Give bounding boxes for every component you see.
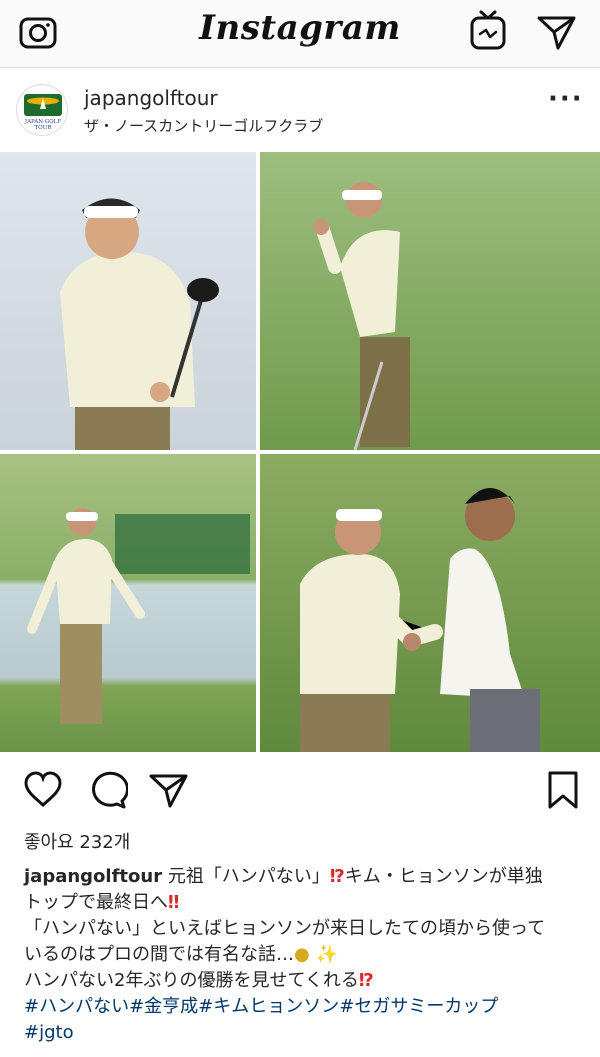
caption-line-3: 「ハンパない」といえばヒョンソンが来日したての頃から使って — [24, 918, 546, 939]
bookmark-icon[interactable] — [542, 770, 584, 810]
igtv-icon[interactable] — [468, 10, 508, 54]
caption-text-1a: 元祖「ハンパない」 — [167, 866, 330, 887]
comment-icon[interactable] — [86, 770, 128, 810]
photo-handshake — [260, 454, 600, 752]
post-photo[interactable] — [0, 152, 600, 752]
photo-golfer-swing — [0, 152, 256, 450]
post-location[interactable]: ザ・ノースカントリーゴルフクラブ — [84, 115, 323, 136]
caption-text-4: いるのはプロの間では有名な話… — [24, 944, 294, 965]
caption-line-4: いるのはプロの間では有名な話…● ✨ — [24, 942, 580, 968]
exclamation-question-icon: ⁉ — [358, 970, 374, 991]
likes-count[interactable]: 좋아요 232개 — [24, 828, 130, 854]
caption-hashtags-1[interactable]: #ハンパない#金亨成#キムヒョンソン#セガサミーカップ — [24, 994, 580, 1020]
caption-username[interactable]: japangolftour — [24, 866, 162, 887]
exclamation-question-icon: ⁉ — [329, 866, 345, 887]
svg-text:TOUR: TOUR — [35, 125, 53, 131]
photo-golfer-wave — [260, 152, 600, 450]
caption-text-2: トップで最終日へ — [24, 892, 168, 913]
caption-text-5: ハンパない2年ぶりの優勝を見せてくれる — [24, 970, 359, 991]
direct-message-icon[interactable] — [536, 12, 578, 52]
post-caption: japangolftour 元祖「ハンパない」⁉キム・ヒョンソンが単独 トップで… — [24, 864, 580, 1046]
post-username[interactable]: japangolftour — [84, 86, 218, 110]
more-options-icon[interactable]: ··· — [548, 86, 582, 114]
shushing-face-icon: ● — [294, 944, 310, 965]
post-header: JAPAN GOLF TOUR japangolftour ザ・ノースカントリー… — [0, 68, 600, 152]
heart-icon[interactable] — [22, 770, 64, 810]
double-exclamation-icon: ‼ — [168, 892, 180, 913]
caption-line-5: ハンパない2年ぶりの優勝を見せてくれる⁉ — [24, 968, 580, 994]
caption-text-1b: キム・ヒョンソンが単独 — [344, 866, 543, 887]
caption-line-1: japangolftour 元祖「ハンパない」⁉キム・ヒョンソンが単独 — [24, 864, 580, 890]
photo-golfer-walking — [0, 454, 256, 752]
post-actions — [0, 752, 600, 826]
caption-line-2: トップで最終日へ‼ — [24, 890, 580, 916]
app-logo: Instagram — [199, 8, 401, 48]
sparkles-icon: ✨ — [315, 944, 338, 965]
caption-hashtags-2[interactable]: #jgto — [24, 1020, 580, 1046]
share-icon[interactable] — [148, 770, 190, 810]
top-bar: Instagram — [0, 0, 600, 68]
avatar[interactable]: JAPAN GOLF TOUR — [16, 84, 68, 136]
japan-golf-tour-logo-icon: JAPAN GOLF TOUR — [24, 94, 62, 131]
